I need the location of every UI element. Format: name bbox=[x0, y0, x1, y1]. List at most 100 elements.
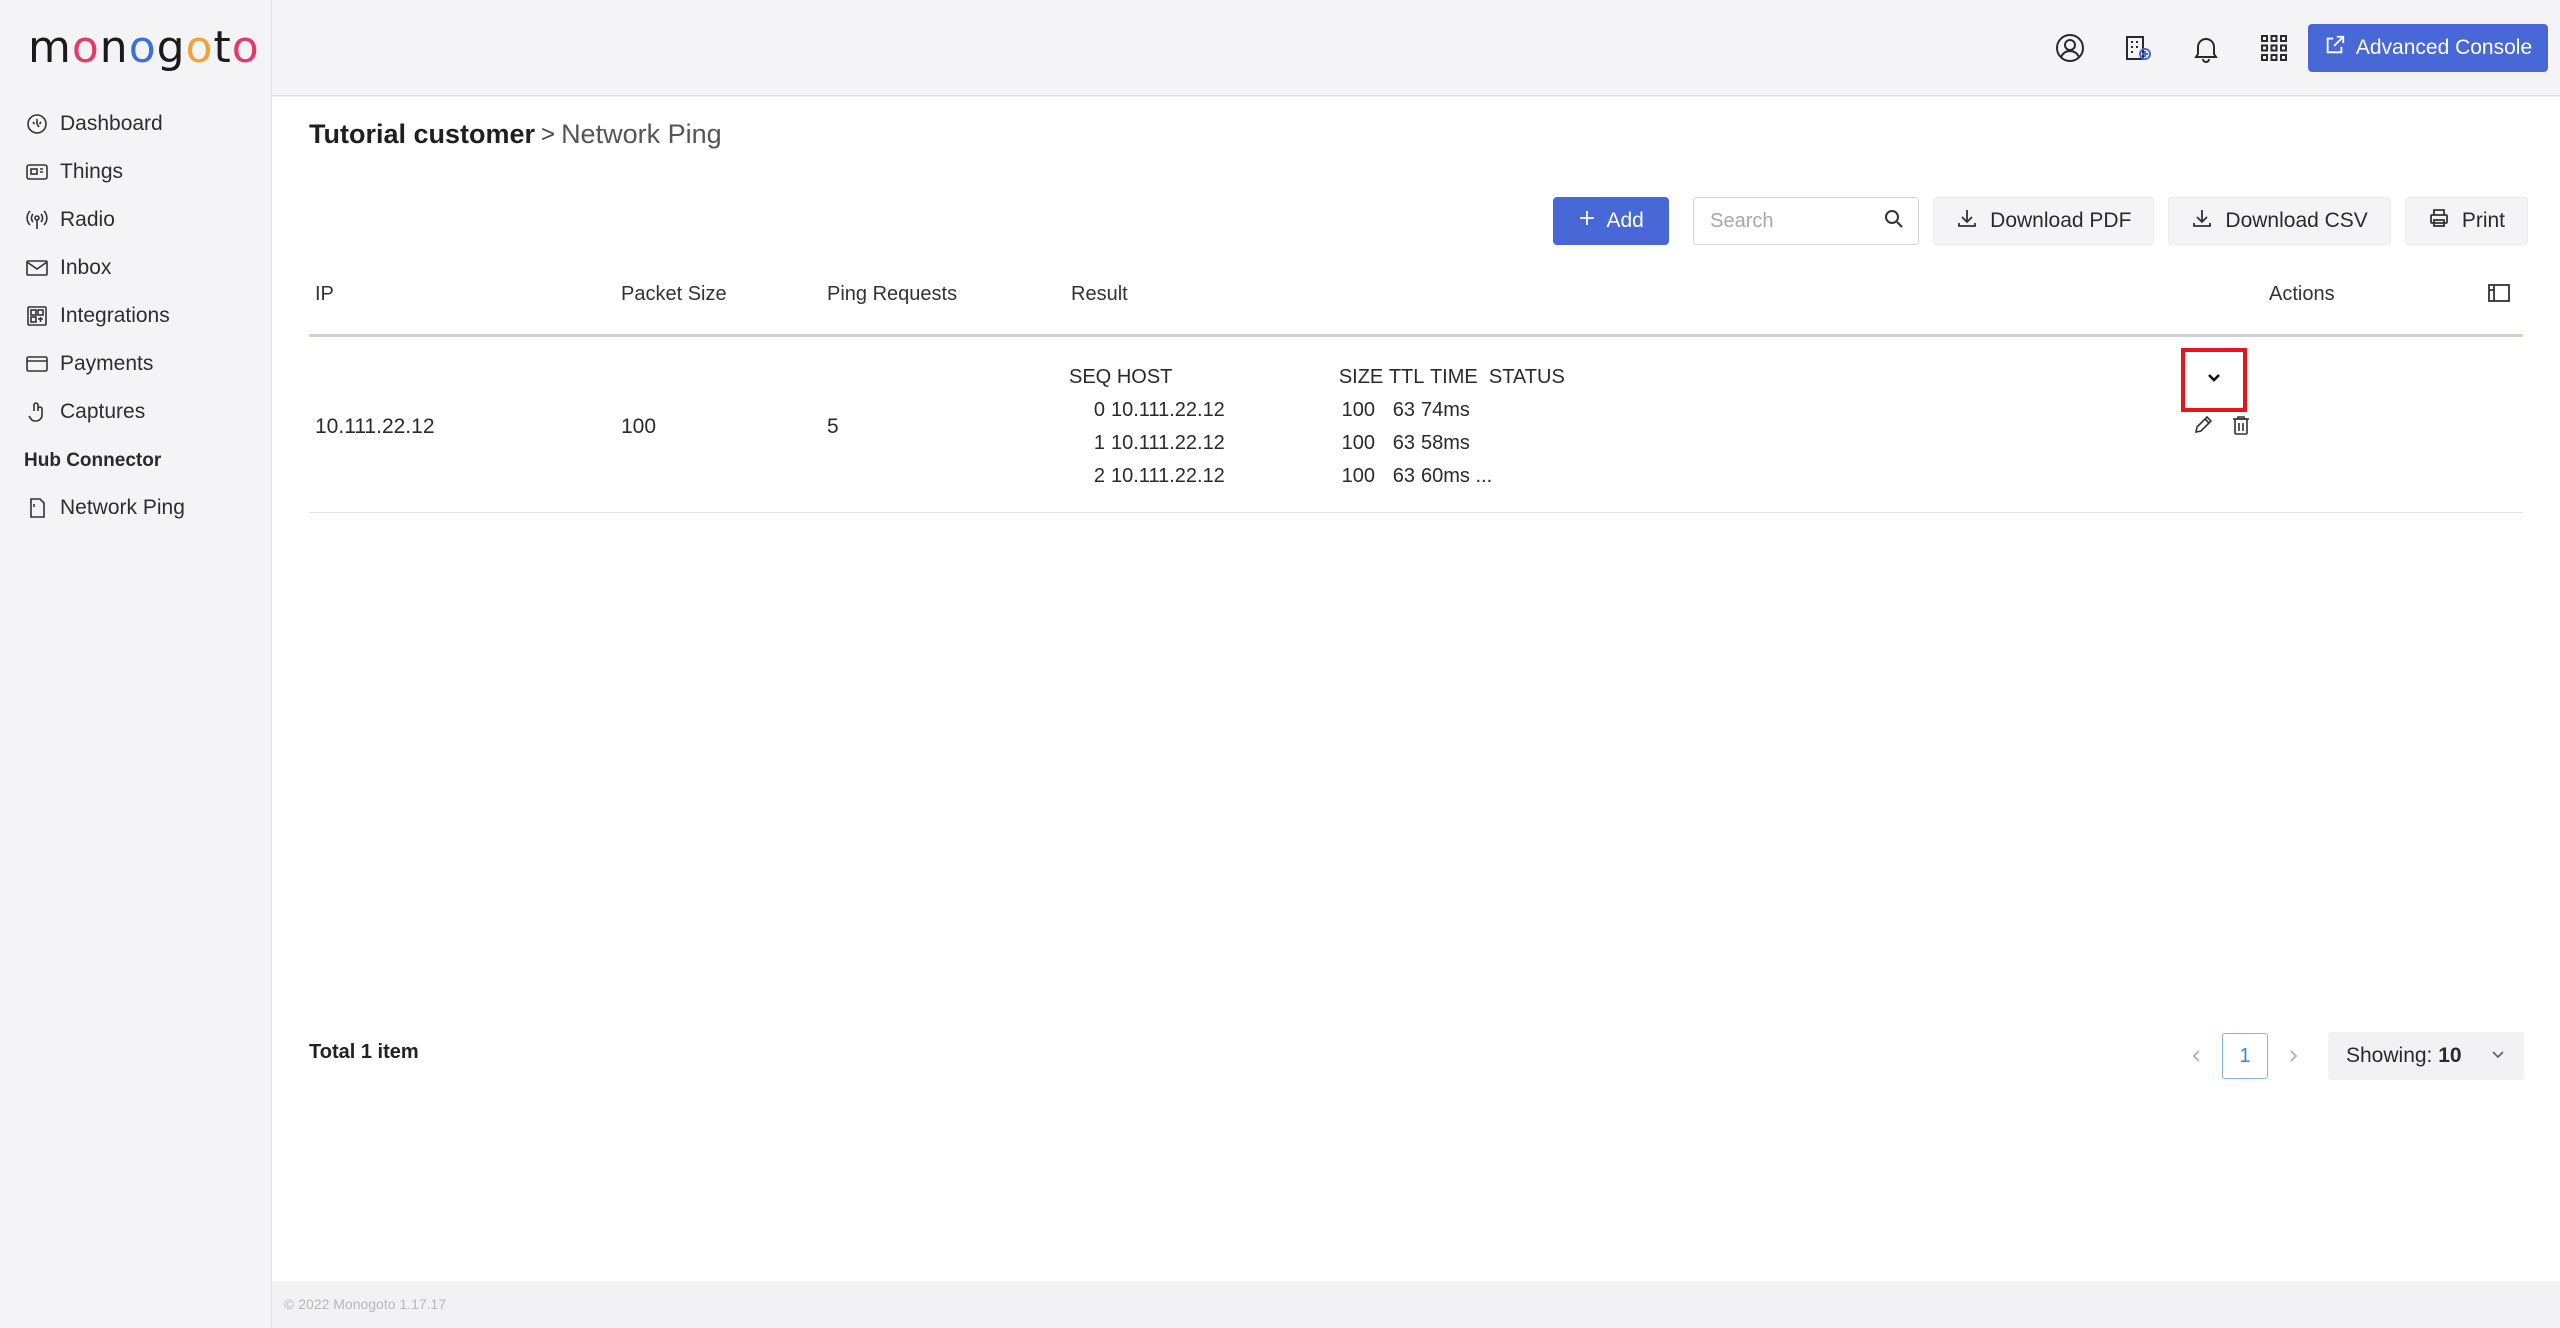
sidebar-item-label: Things bbox=[60, 160, 124, 183]
result-seq: 0 bbox=[1093, 399, 1105, 421]
page-size-select[interactable]: Showing: 10 bbox=[2328, 1032, 2524, 1080]
advanced-console-label: Advanced Console bbox=[2355, 36, 2533, 59]
sidebar-section-title: Hub Connector bbox=[24, 450, 162, 471]
result-host: 10.111.22.12 bbox=[1111, 465, 1225, 487]
print-label: Print bbox=[2461, 209, 2505, 232]
download-icon bbox=[2191, 207, 2213, 235]
sidebar-nav: Dashboard Things Radio Inbox Integration… bbox=[24, 100, 264, 532]
sidebar-item-network-ping[interactable]: Network Ping bbox=[24, 484, 264, 532]
breadcrumb-separator: > bbox=[541, 120, 556, 148]
result-host: 10.111.22.12 bbox=[1111, 432, 1225, 454]
result-header-ttl: TTL bbox=[1388, 366, 1425, 388]
result-ttl: 63 bbox=[1392, 432, 1415, 454]
table-row: 10.111.22.12 100 5 SEQ HOST SIZE TTL TIME… bbox=[309, 337, 2523, 513]
result-size: 100 bbox=[1341, 465, 1375, 487]
total-items: Total 1 item bbox=[309, 1041, 419, 1063]
chevron-down-icon bbox=[2490, 1044, 2506, 1068]
apps-building-icon[interactable] bbox=[2122, 32, 2154, 64]
sidebar-item-label: Payments bbox=[60, 352, 154, 375]
cell-result: SEQ HOST SIZE TTL TIME STATUS 0 10.111.22… bbox=[1069, 361, 1565, 493]
result-header-host: HOST bbox=[1116, 366, 1173, 388]
result-ttl: 63 bbox=[1392, 399, 1415, 421]
result-time: 60ms ... bbox=[1421, 465, 1493, 487]
download-pdf-button[interactable]: Download PDF bbox=[1933, 197, 2155, 245]
search-input[interactable] bbox=[1710, 209, 1871, 233]
download-csv-label: Download CSV bbox=[2225, 209, 2368, 232]
cell-ping-requests: 5 bbox=[827, 415, 839, 438]
page-number-current[interactable]: 1 bbox=[2222, 1033, 2268, 1079]
logo-text: monogoto bbox=[28, 21, 260, 73]
copyright: © 2022 Monogoto 1.17.17 bbox=[284, 1296, 447, 1312]
download-icon bbox=[1956, 207, 1978, 235]
sidebar-item-label: Integrations bbox=[60, 304, 170, 327]
search-icon[interactable] bbox=[1884, 209, 1904, 234]
advanced-console-button[interactable]: Advanced Console bbox=[2308, 24, 2548, 72]
payments-icon bbox=[24, 351, 50, 377]
breadcrumb: Tutorial customer > Network Ping bbox=[309, 119, 722, 150]
result-header: SEQ HOST SIZE TTL TIME STATUS bbox=[1069, 361, 1565, 394]
result-ttl: 63 bbox=[1392, 465, 1415, 487]
sidebar-item-inbox[interactable]: Inbox bbox=[24, 244, 264, 292]
result-seq: 1 bbox=[1093, 432, 1105, 454]
column-header-packet-size[interactable]: Packet Size bbox=[621, 283, 727, 306]
result-header-status: STATUS bbox=[1488, 366, 1565, 388]
expand-row-button[interactable] bbox=[2181, 348, 2247, 412]
sidebar-item-radio[interactable]: Radio bbox=[24, 196, 264, 244]
network-ping-icon bbox=[24, 495, 50, 521]
sidebar-item-label: Dashboard bbox=[60, 112, 163, 135]
user-icon[interactable] bbox=[2054, 32, 2086, 64]
column-header-result[interactable]: Result bbox=[1071, 283, 1128, 306]
sidebar-item-dashboard[interactable]: Dashboard bbox=[24, 100, 264, 148]
result-header-seq: SEQ bbox=[1069, 366, 1112, 388]
sidebar-item-label: Network Ping bbox=[60, 496, 185, 519]
search-box bbox=[1693, 197, 1920, 245]
sidebar-item-captures[interactable]: Captures bbox=[24, 388, 264, 436]
sidebar: monogoto Dashboard Things Radio Inbox In… bbox=[0, 0, 272, 1328]
topbar: Advanced Console bbox=[272, 0, 2560, 96]
pagination: 1 Showing: 10 bbox=[2186, 1032, 2524, 1080]
external-link-icon bbox=[2324, 34, 2346, 62]
bell-icon[interactable] bbox=[2190, 32, 2222, 64]
inbox-icon bbox=[24, 255, 50, 281]
breadcrumb-root[interactable]: Tutorial customer bbox=[309, 119, 535, 150]
dashboard-icon bbox=[24, 111, 50, 137]
result-size: 100 bbox=[1341, 432, 1375, 454]
cell-packet-size: 100 bbox=[621, 415, 657, 438]
delete-icon[interactable] bbox=[2229, 413, 2253, 437]
result-host: 10.111.22.12 bbox=[1111, 399, 1225, 421]
plus-icon bbox=[1578, 209, 1596, 233]
prev-page-icon[interactable] bbox=[2186, 1045, 2208, 1067]
sidebar-item-label: Radio bbox=[60, 208, 115, 231]
add-button[interactable]: Add bbox=[1553, 197, 1670, 245]
page-size-label: Showing: 10 bbox=[2346, 1044, 2462, 1068]
sidebar-item-integrations[interactable]: Integrations bbox=[24, 292, 264, 340]
row-actions bbox=[2191, 413, 2253, 437]
print-button[interactable]: Print bbox=[2404, 197, 2528, 245]
edit-icon[interactable] bbox=[2191, 413, 2215, 437]
column-settings-icon[interactable] bbox=[2487, 281, 2511, 311]
next-page-icon[interactable] bbox=[2282, 1045, 2304, 1067]
grid-icon[interactable] bbox=[2258, 32, 2290, 64]
sidebar-item-label: Inbox bbox=[60, 256, 112, 279]
result-header-time: TIME bbox=[1429, 366, 1478, 388]
page-size-value: 10 bbox=[2438, 1044, 2462, 1067]
download-pdf-label: Download PDF bbox=[1990, 209, 2132, 232]
topbar-icons bbox=[2054, 32, 2290, 64]
sidebar-item-things[interactable]: Things bbox=[24, 148, 264, 196]
cell-ip: 10.111.22.12 bbox=[315, 415, 435, 438]
page-size-prefix: Showing: bbox=[2346, 1044, 2433, 1067]
table-header: IP Packet Size Ping Requests Result Acti… bbox=[309, 267, 2523, 337]
radio-icon bbox=[24, 207, 50, 233]
result-time: 74ms bbox=[1421, 399, 1470, 421]
column-header-ip[interactable]: IP bbox=[315, 283, 334, 306]
integrations-icon bbox=[24, 303, 50, 329]
sidebar-item-label: Captures bbox=[60, 400, 146, 423]
result-line: 0 10.111.22.12 100 63 74ms bbox=[1069, 394, 1565, 427]
printer-icon bbox=[2428, 207, 2450, 235]
ping-table: IP Packet Size Ping Requests Result Acti… bbox=[309, 267, 2523, 513]
table-toolbar: Add Download PDF Download CSV Print bbox=[1553, 197, 2528, 245]
sidebar-item-payments[interactable]: Payments bbox=[24, 340, 264, 388]
download-csv-button[interactable]: Download CSV bbox=[2168, 197, 2391, 245]
monogoto-logo[interactable]: monogoto bbox=[28, 21, 260, 73]
column-header-ping-requests[interactable]: Ping Requests bbox=[827, 283, 957, 306]
